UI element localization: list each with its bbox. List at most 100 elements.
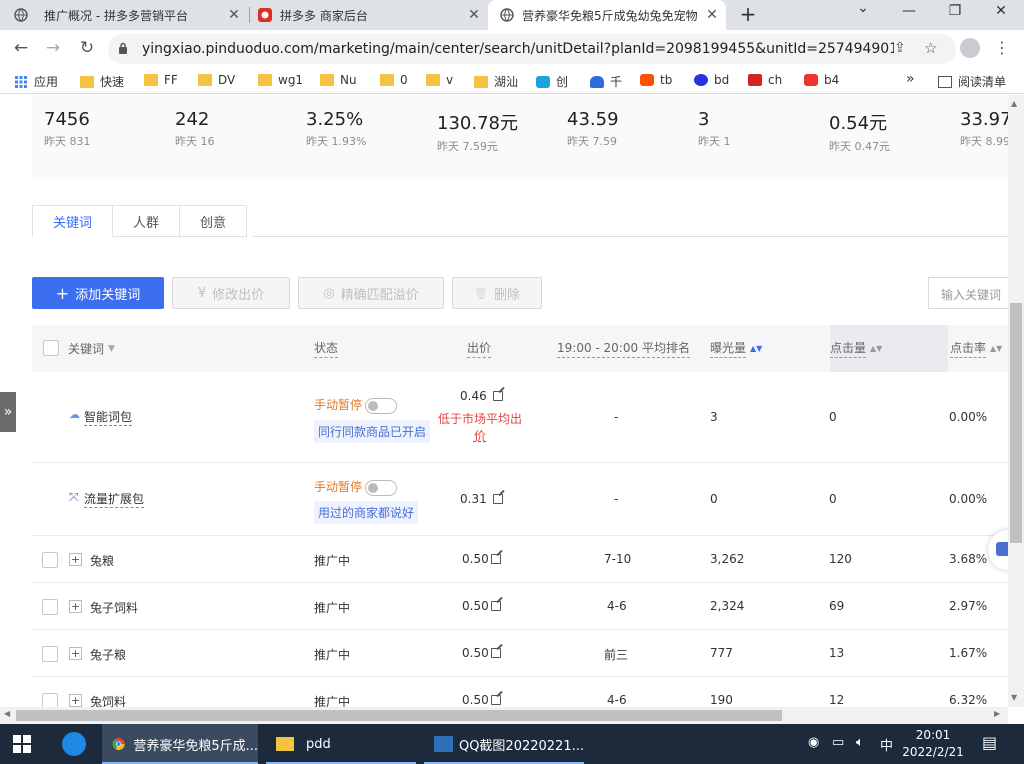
bid-cell[interactable]: 0.50 (462, 552, 501, 566)
taskbar-app-chrome[interactable]: 营养豪华免粮5斤成... (102, 724, 258, 764)
th-impressions[interactable]: 曝光量 ▲▼ (710, 325, 762, 372)
forward-arrow-icon[interactable]: → (42, 38, 64, 58)
package-name[interactable]: 智能词包 (84, 408, 133, 426)
bookmark-link[interactable]: ch (748, 73, 782, 87)
restore-button[interactable]: ❐ (946, 3, 964, 19)
status-toggle[interactable] (365, 397, 398, 414)
row-checkbox[interactable] (42, 646, 58, 662)
vertical-scroll-thumb[interactable] (1010, 303, 1022, 543)
bookmark-folder[interactable]: wg1 (258, 73, 303, 87)
notification-icon[interactable]: ▤ (982, 733, 997, 752)
precise-match-premium-button[interactable]: ◎ 精确匹配溢价 (298, 277, 444, 309)
edit-icon[interactable] (490, 601, 501, 611)
browser-tab-1[interactable]: 推广概况 - 拼多多营销平台 ✕ (14, 0, 248, 30)
scroll-up-icon[interactable]: ▲ (1011, 99, 1017, 108)
close-tab-icon[interactable]: ✕ (226, 7, 242, 23)
bid-cell[interactable]: 0.31 (460, 492, 503, 506)
bid-cell[interactable]: 0.50 (462, 646, 501, 660)
status-toggle[interactable] (365, 479, 398, 496)
bookmark-folder[interactable]: 0 (380, 73, 408, 87)
scroll-down-icon[interactable]: ▼ (1011, 693, 1017, 702)
close-tab-icon[interactable]: ✕ (704, 7, 720, 23)
new-tab-button[interactable]: + (738, 2, 758, 26)
close-window-button[interactable]: ✕ (992, 3, 1010, 19)
modify-bid-button[interactable]: ¥ 修改出价 (172, 277, 290, 309)
expand-row-icon[interactable]: + (69, 694, 82, 707)
row-checkbox[interactable] (42, 693, 58, 707)
delete-button[interactable]: 🗑 删除 (452, 277, 542, 309)
row-checkbox[interactable] (42, 599, 58, 615)
add-keyword-button[interactable]: + 添加关键词 (32, 277, 164, 309)
bookmark-link[interactable]: bd (694, 73, 729, 87)
expand-row-icon[interactable]: + (69, 553, 82, 566)
share-icon[interactable]: ⇪ (894, 40, 906, 56)
edit-icon[interactable] (490, 695, 501, 705)
tv-icon (536, 75, 550, 88)
url-text[interactable]: yingxiao.pinduoduo.com/marketing/main/ce… (142, 41, 894, 57)
sort-icon[interactable]: ▲▼ (990, 344, 1002, 352)
bookmark-folder[interactable]: 快速 (80, 73, 124, 90)
expand-row-icon[interactable]: + (69, 600, 82, 613)
expand-row-icon[interactable]: + (69, 647, 82, 660)
profile-avatar[interactable] (960, 38, 980, 58)
bookmark-folder[interactable]: v (426, 73, 453, 87)
package-name[interactable]: 流量扩展包 (84, 490, 145, 508)
sort-icon[interactable]: ▲▼ (870, 344, 882, 352)
expand-sidebar-tab[interactable]: » (0, 392, 16, 432)
edit-icon[interactable] (492, 391, 503, 401)
filter-icon[interactable]: ▼ (108, 344, 115, 354)
reload-icon[interactable]: ↻ (76, 38, 98, 58)
bookmark-link[interactable]: 创 (536, 73, 568, 90)
scroll-left-icon[interactable]: ◀ (4, 709, 10, 718)
tab-creative[interactable]: 创意 (180, 205, 248, 237)
bookmark-link[interactable]: tb (640, 73, 672, 87)
browser-tab-3-active[interactable]: 营养豪华免粮5斤成兔幼兔免宠物兔 ✕ (488, 0, 726, 30)
bookmark-link[interactable]: b4 (804, 73, 839, 87)
scroll-right-icon[interactable]: ▶ (994, 709, 1000, 718)
network-icon[interactable]: ▭ (832, 735, 844, 750)
windows-start-icon[interactable] (13, 735, 31, 753)
bookmark-folder[interactable]: 湖汕 (474, 73, 518, 90)
th-ctr[interactable]: 点击率 ▲▼ (950, 325, 1002, 372)
minimize-button[interactable]: — (900, 3, 918, 19)
bookmark-apps[interactable]: 应用 (14, 73, 58, 90)
select-all-checkbox[interactable] (43, 340, 59, 356)
back-arrow-icon[interactable]: ← (10, 38, 32, 58)
bookmark-star-icon[interactable]: ☆ (924, 39, 937, 57)
row-checkbox[interactable] (42, 552, 58, 568)
bookmark-folder[interactable]: Nu (320, 73, 357, 87)
browser-menu-icon[interactable]: ⋮ (994, 38, 1010, 57)
bid-cell[interactable]: 0.50 (462, 693, 501, 707)
bid-cell[interactable]: 0.46 (460, 389, 503, 403)
horizontal-scrollbar[interactable]: ◀ ▶ (0, 707, 1008, 724)
close-tab-icon[interactable]: ✕ (466, 7, 482, 23)
qq-tray-icon[interactable]: ◉ (808, 735, 819, 750)
bid-cell[interactable]: 0.50 (462, 599, 501, 613)
sort-icon[interactable]: ▲▼ (750, 344, 762, 352)
reading-list[interactable]: 阅读清单 (938, 73, 1006, 90)
bookmark-folder[interactable]: DV (198, 73, 235, 87)
bookmark-folder[interactable]: FF (144, 73, 178, 87)
volume-icon[interactable]: 🔈︎ (856, 735, 864, 750)
tab-search-chevron-icon[interactable]: ⌄ (854, 0, 872, 16)
edit-icon[interactable] (490, 554, 501, 564)
taskbar-app-folder[interactable]: pdd (266, 724, 416, 764)
browser-tab-2[interactable]: 拼多多 商家后台 ✕ (258, 0, 488, 30)
taskbar-app-image[interactable]: QQ截图20220221... (424, 724, 584, 764)
pinned-app-icon[interactable] (62, 732, 86, 756)
edit-icon[interactable] (490, 648, 501, 658)
tab-audience[interactable]: 人群 (113, 205, 181, 237)
bookmark-link[interactable]: 千 (590, 73, 622, 90)
url-bar[interactable]: yingxiao.pinduoduo.com/marketing/main/ce… (108, 34, 956, 64)
keyword-search-input[interactable]: 输入关键词 (928, 277, 1008, 309)
tab-keywords[interactable]: 关键词 (32, 205, 114, 237)
horizontal-scroll-thumb[interactable] (16, 710, 782, 721)
vertical-scrollbar[interactable]: ▲ ▼ (1008, 95, 1024, 707)
system-clock[interactable]: 20:01 2022/2/21 (900, 727, 966, 761)
ime-indicator[interactable]: 中 (880, 735, 893, 754)
th-clicks[interactable]: 点击量 ▲▼ (830, 325, 948, 372)
table-row: + 兔子粮 推广中 0.50 前三 777 13 1.67% (32, 630, 1008, 677)
th-label: 状态 (314, 339, 339, 358)
edit-icon[interactable] (492, 494, 503, 504)
more-bookmarks-chevron-icon[interactable]: » (906, 71, 915, 87)
